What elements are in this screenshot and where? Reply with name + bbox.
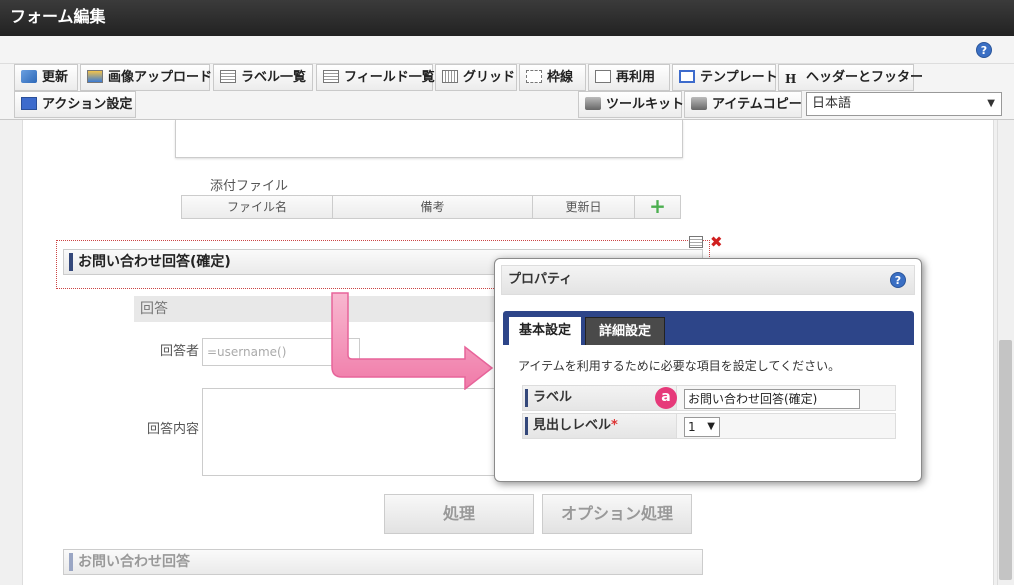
- label-list-icon: [220, 70, 236, 83]
- reuse-label: 再利用: [616, 70, 656, 85]
- help-bar: ?: [0, 36, 1014, 64]
- header-footer-icon: H: [785, 72, 797, 86]
- image-upload-icon: [87, 70, 103, 83]
- delete-icon[interactable]: ✖: [710, 233, 723, 251]
- refresh-button[interactable]: 更新: [14, 64, 78, 91]
- refresh-icon: [21, 70, 37, 83]
- window-title: フォーム編集: [0, 0, 1014, 36]
- grid-icon: [442, 70, 458, 83]
- header-footer-button[interactable]: H ヘッダーとフッター: [778, 64, 923, 91]
- next-section-heading[interactable]: お問い合わせ回答: [63, 549, 703, 575]
- label-row: ラベル お問い合わせ回答(確定): [522, 385, 896, 411]
- action-settings-label: アクション設定: [42, 97, 133, 112]
- dialog-help-icon[interactable]: ?: [890, 272, 906, 288]
- border-icon: [526, 70, 542, 83]
- item-properties-icon[interactable]: [689, 236, 703, 248]
- reuse-icon: [595, 70, 611, 83]
- annotation-badge: a: [655, 387, 677, 409]
- scrollbar-thumb[interactable]: [999, 340, 1012, 580]
- label-field-label: ラベル: [523, 386, 677, 410]
- heading-level-row: 見出しレベル* 1 ▼: [522, 413, 896, 439]
- field-list-button[interactable]: フィールド一覧: [316, 64, 435, 91]
- language-select[interactable]: 日本語 ▼: [806, 92, 1002, 116]
- chevron-down-icon: ▼: [707, 421, 715, 432]
- content-textarea[interactable]: [202, 388, 502, 476]
- attachment-col-filename: ファイル名: [182, 196, 333, 218]
- chevron-down-icon: ▼: [987, 98, 995, 109]
- heading-level-select[interactable]: 1 ▼: [684, 417, 720, 437]
- required-mark: *: [611, 418, 618, 433]
- attachment-col-updated: 更新日: [533, 196, 635, 218]
- action-settings-button[interactable]: アクション設定: [14, 91, 136, 118]
- tab-advanced-settings[interactable]: 詳細設定: [585, 317, 665, 345]
- attachment-col-note: 備考: [333, 196, 533, 218]
- action-settings-icon: [21, 97, 37, 110]
- respondent-label: 回答者: [160, 344, 200, 359]
- label-list-label: ラベル一覧: [241, 70, 307, 85]
- item-copy-button[interactable]: アイテムコピー: [684, 91, 802, 118]
- template-icon: [679, 70, 695, 83]
- attachment-table: ファイル名 備考 更新日 +: [181, 195, 681, 219]
- image-upload-button[interactable]: 画像アップロード: [80, 64, 213, 91]
- reuse-button[interactable]: 再利用: [588, 64, 670, 91]
- border-button[interactable]: 枠線: [519, 64, 586, 91]
- content-label: 回答内容: [147, 422, 200, 437]
- language-selected: 日本語: [812, 96, 852, 111]
- item-copy-label: アイテムコピー: [712, 97, 802, 112]
- template-button[interactable]: テンプレート: [672, 64, 778, 91]
- item-copy-icon: [691, 97, 707, 110]
- image-upload-label: 画像アップロード: [108, 70, 213, 85]
- grid-label: グリッド: [463, 70, 516, 85]
- process-button[interactable]: 処理: [384, 494, 534, 534]
- upper-textarea[interactable]: [175, 120, 683, 158]
- header-footer-label: ヘッダーとフッター: [806, 70, 924, 85]
- heading-level-text: 見出しレベル: [533, 418, 612, 433]
- heading-level-value: 1: [688, 420, 696, 434]
- dialog-tab-bar: 基本設定 詳細設定: [503, 311, 914, 345]
- heading-level-label: 見出しレベル*: [523, 414, 677, 438]
- field-list-icon: [323, 70, 339, 83]
- toolkit-label: ツールキット: [606, 97, 685, 112]
- help-icon[interactable]: ?: [976, 42, 992, 58]
- add-attachment-icon[interactable]: +: [635, 196, 680, 218]
- refresh-label: 更新: [42, 70, 69, 85]
- properties-dialog: プロパティ ? 基本設定 詳細設定 アイテムを利用するために必要な項目を設定して…: [494, 258, 922, 482]
- dialog-description: アイテムを利用するために必要な項目を設定してください。: [518, 359, 841, 373]
- toolkit-icon: [585, 97, 601, 110]
- label-list-button[interactable]: ラベル一覧: [213, 64, 313, 91]
- template-label: テンプレート: [700, 70, 778, 85]
- attachment-label: 添付ファイル: [210, 179, 289, 194]
- border-label: 枠線: [547, 70, 574, 85]
- pointer-arrow-icon: [331, 292, 494, 390]
- tab-basic-settings[interactable]: 基本設定: [509, 317, 581, 345]
- dialog-title: プロパティ: [508, 272, 573, 287]
- toolkit-button[interactable]: ツールキット: [578, 91, 685, 118]
- grid-button[interactable]: グリッド: [435, 64, 517, 91]
- field-list-label: フィールド一覧: [344, 70, 435, 85]
- dialog-header[interactable]: プロパティ ?: [501, 265, 915, 295]
- option-process-button[interactable]: オプション処理: [542, 494, 692, 534]
- label-input[interactable]: お問い合わせ回答(確定): [684, 389, 860, 409]
